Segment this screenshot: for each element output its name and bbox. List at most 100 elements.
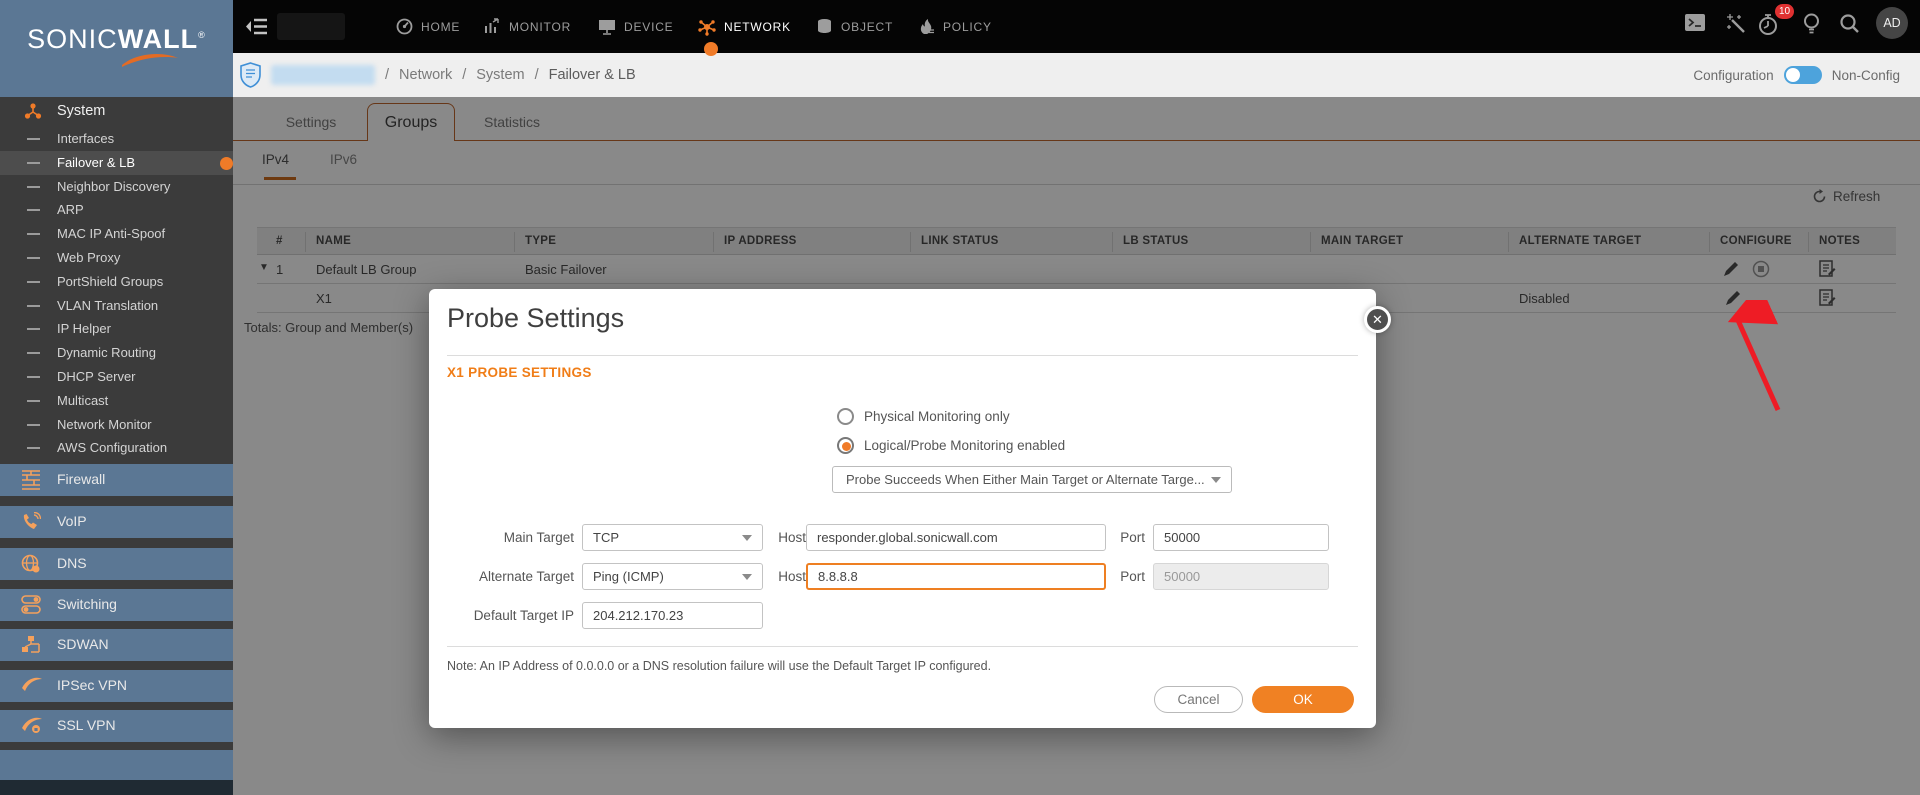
crumb-system[interactable]: System [476,67,524,83]
main-target-protocol-value: TCP [593,530,619,545]
redacted-firewall-name [271,65,375,85]
dialog-note: Note: An IP Address of 0.0.0.0 or a DNS … [447,659,991,673]
collapse-menu-icon[interactable] [245,16,269,37]
sidebar-section-system[interactable]: System [0,97,233,127]
footer-divider [447,646,1358,647]
sidebar-group-dns[interactable]: DNS [0,548,233,580]
nav-policy[interactable]: POLICY [918,0,992,53]
user-avatar[interactable]: AD [1876,7,1908,39]
radio-row-logical: Logical/Probe Monitoring enabled [837,435,1065,455]
crumb-failover-lb: Failover & LB [549,67,636,83]
notification-badge: 10 [1775,4,1794,19]
x1-probe-settings-heading: X1 PROBE SETTINGS [447,365,592,380]
redacted-device-name [277,13,345,40]
alternate-host-input[interactable] [806,563,1106,590]
sidebar-item-interfaces[interactable]: Interfaces [0,127,233,151]
globe-icon [21,554,41,574]
alternate-target-label: Alternate Target [449,563,574,590]
probe-settings-dialog: Probe Settings ✕ X1 PROBE SETTINGS Physi… [429,289,1376,728]
database-icon [816,18,833,35]
default-target-ip-label: Default Target IP [449,602,574,629]
sidebar-item-aws-configuration[interactable]: AWS Configuration [0,436,233,460]
sidebar-group-sdwan[interactable]: SDWAN [0,629,233,661]
config-mode-toggle[interactable] [1784,66,1822,84]
dash-icon [27,281,40,283]
dash-icon [27,257,40,259]
radio-physical-monitoring[interactable] [837,408,854,425]
sidebar-group-switching[interactable]: Switching [0,589,233,621]
logo-sonic: SONIC [27,24,118,54]
notifications-timer-icon[interactable] [1757,13,1779,36]
main-port-label: Port [1095,524,1145,551]
network-icon [698,18,716,36]
nodes-icon [21,635,41,655]
logo-reg: ® [198,30,206,40]
nav-object-label: OBJECT [841,20,893,34]
chart-icon [484,18,501,35]
radio-row-physical: Physical Monitoring only [837,406,1010,426]
main-port-input[interactable] [1153,524,1329,551]
gauge-icon [396,18,413,35]
system-network-icon [24,102,42,120]
main-target-protocol-select[interactable]: TCP [582,524,763,551]
sidebar-group-ssl-vpn[interactable]: SSL VPN [0,710,233,742]
crumb-separator: / [535,67,539,83]
sidebar-item-dynamic-routing[interactable]: Dynamic Routing [0,341,233,365]
search-icon[interactable] [1839,13,1860,34]
sidebar-item-failover-lb[interactable]: Failover & LB [0,151,233,175]
sidebar-item-dhcp-server[interactable]: DHCP Server [0,365,233,389]
firewall-icon [21,470,41,490]
probe-success-mode-select[interactable]: Probe Succeeds When Either Main Target o… [832,466,1232,493]
nav-device-label: DEVICE [624,20,673,34]
dialog-title: Probe Settings [447,303,624,334]
main-target-label: Main Target [449,524,574,551]
dash-icon [27,352,40,354]
logo-swoosh-icon [120,52,180,68]
nav-policy-label: POLICY [943,20,992,34]
sidebar-system-label: System [57,103,105,119]
alternate-target-protocol-select[interactable]: Ping (ICMP) [582,563,763,590]
breadcrumb: / Network / System / Failover & LB [240,53,636,97]
close-icon[interactable]: ✕ [1364,306,1391,333]
ok-button[interactable]: OK [1252,686,1354,713]
sidebar-group-voip[interactable]: VoIP [0,506,233,538]
nonconfig-label: Non-Config [1832,68,1900,83]
cancel-button[interactable]: Cancel [1154,686,1243,713]
radio-logical-probe-monitoring[interactable] [837,437,854,454]
nav-home[interactable]: HOME [396,0,460,53]
sidebar-item-web-proxy[interactable]: Web Proxy [0,246,233,270]
crumb-separator: / [385,67,389,83]
failover-lb-notification-dot [220,157,233,170]
nav-object[interactable]: OBJECT [816,0,893,53]
terminal-icon[interactable] [1684,13,1706,32]
sidebar-item-network-monitor[interactable]: Network Monitor [0,413,233,437]
lightbulb-icon[interactable] [1803,13,1820,36]
magic-wand-icon[interactable] [1726,13,1746,34]
sidebar-item-portshield-groups[interactable]: PortShield Groups [0,270,233,294]
sidebar-group-firewall[interactable]: Firewall [0,464,233,496]
sidebar-item-neighbor-discovery[interactable]: Neighbor Discovery [0,175,233,199]
default-target-ip-input[interactable] [582,602,763,629]
dash-icon [27,328,40,330]
sidebar-item-multicast[interactable]: Multicast [0,389,233,413]
config-mode-switch: Configuration Non-Config [1693,53,1900,97]
sidebar-item-vlan-translation[interactable]: VLAN Translation [0,294,233,318]
nav-monitor[interactable]: MONITOR [484,0,571,53]
sidebar-item-arp[interactable]: ARP [0,198,233,222]
dash-icon [27,138,40,140]
nav-device[interactable]: DEVICE [598,0,673,53]
sidebar-item-ip-helper[interactable]: IP Helper [0,317,233,341]
sidebar-item-mac-ip-anti-spoof[interactable]: MAC IP Anti-Spoof [0,222,233,246]
dash-icon [27,162,40,164]
flame-icon [918,18,935,35]
phone-icon [21,512,41,532]
alternate-host-label: Host [766,563,806,590]
toggles-icon [21,595,43,614]
annotation-arrow [1712,300,1802,418]
main-host-input[interactable] [806,524,1106,551]
shield-icon [240,62,261,88]
crumb-network[interactable]: Network [399,67,452,83]
alternate-port-label: Port [1095,563,1145,590]
nav-home-label: HOME [421,20,460,34]
sidebar-group-ipsec-vpn[interactable]: IPSec VPN [0,670,233,702]
